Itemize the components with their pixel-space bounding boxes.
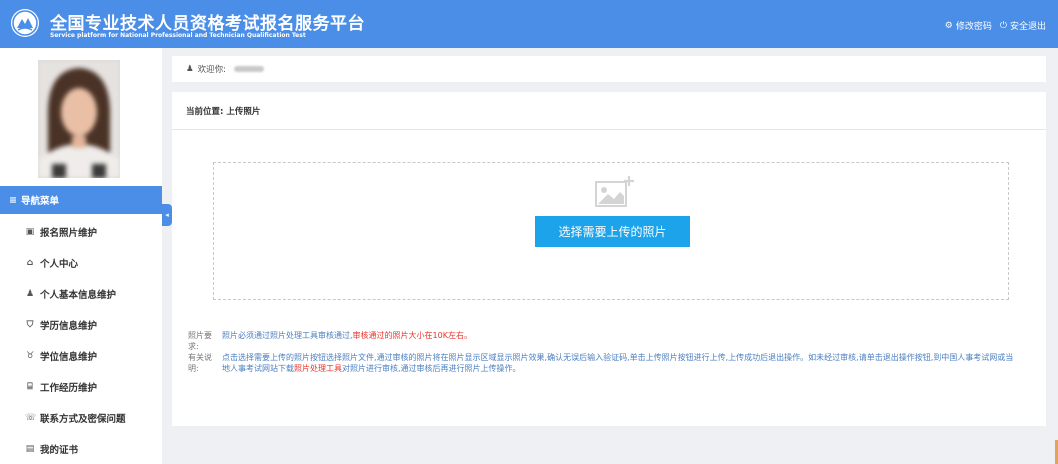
photo-upload-area[interactable]: 选择需要上传的照片 <box>213 162 1009 300</box>
sidebar-item-photo-maintenance[interactable]: ▣ 报名照片维护 <box>0 216 162 247</box>
requirements-highlight: 审核通过的照片大小在10K左右。 <box>352 331 472 340</box>
choose-photo-button[interactable]: 选择需要上传的照片 <box>535 216 690 247</box>
certificate-icon: ▤ <box>25 443 35 454</box>
sidebar-item-label: 我的证书 <box>40 444 79 456</box>
power-icon: ⏻ <box>999 20 1007 31</box>
chevron-left-icon: ◂ <box>165 211 169 219</box>
sidebar-item-contact-security[interactable]: ☏ 联系方式及密保问题 <box>0 402 162 433</box>
sidebar-item-basic-info[interactable]: ♟ 个人基本信息维护 <box>0 278 162 309</box>
menu-icon: ≡ <box>9 194 17 206</box>
sidebar-item-degree[interactable]: ♉ 学位信息维护 <box>0 340 162 371</box>
requirements-text: 照片必须通过照片处理工具审核通过,审核通过的照片大小在10K左右。 <box>222 330 1017 352</box>
phone-icon: ☏ <box>25 412 37 423</box>
sidebar-collapse-toggle[interactable]: ◂ <box>162 204 172 226</box>
welcome-bar: ♟ 欢迎你: <box>172 56 1046 82</box>
main-panel: 当前位置: 上传照片 选择需要上传的照片 照片要求: 照片必须通过照片处理工具审… <box>172 92 1046 426</box>
blurred-username <box>234 66 264 72</box>
platform-logo <box>11 9 39 37</box>
top-header: 全国专业技术人员资格考试报名服务平台 Service platform for … <box>0 0 1058 48</box>
requirements-label: 照片要求: <box>188 331 212 351</box>
image-icon: ▣ <box>25 226 35 237</box>
sidebar-item-personal-center[interactable]: ⌂ 个人中心 <box>0 247 162 278</box>
breadcrumb: 当前位置: 上传照片 <box>172 92 1046 130</box>
nav-menu-title: 导航菜单 <box>20 196 59 207</box>
platform-title: 全国专业技术人员资格考试报名服务平台 <box>50 14 365 34</box>
sidebar-item-label: 报名照片维护 <box>40 227 98 239</box>
sidebar-item-label: 个人基本信息维护 <box>40 289 117 301</box>
building-icon: ⌸ <box>27 381 33 392</box>
user-icon: ♟ <box>186 64 194 74</box>
sidebar-item-work-history[interactable]: ⌸ 工作经历维护 <box>0 371 162 402</box>
gear-icon: ⚙ <box>944 20 953 31</box>
avatar <box>38 60 120 178</box>
user-icon: ♟ <box>25 288 35 299</box>
requirements-body: 照片必须通过照片处理工具审核通过, <box>222 331 353 340</box>
sidebar-item-education[interactable]: ⛉ 学历信息维护 <box>0 309 162 340</box>
photo-tool-link[interactable]: 照片处理工具 <box>294 364 342 373</box>
change-password-link[interactable]: ⚙ 修改密码 <box>944 19 992 33</box>
sidebar-item-certificates[interactable]: ▤ 我的证书 <box>0 433 162 464</box>
instructions-label: 有关说明: <box>188 353 212 373</box>
home-icon: ⌂ <box>26 257 34 268</box>
logout-link[interactable]: ⏻ 安全退出 <box>999 19 1046 33</box>
add-image-icon <box>595 176 634 207</box>
upload-instructions: 有关说明: 点击选择需要上传的照片按钮选择照片文件,通过审核的照片将在照片显示区… <box>188 352 1017 374</box>
sidebar-item-label: 学位信息维护 <box>40 351 98 363</box>
instructions-body-end: 对照片进行审核,通过审核后再进行照片上传操作。 <box>342 364 521 373</box>
change-password-label: 修改密码 <box>955 22 992 32</box>
sidebar-item-label: 工作经历维护 <box>40 382 98 394</box>
graduation-cap-icon: ⛉ <box>26 319 34 330</box>
logout-label: 安全退出 <box>1009 22 1046 32</box>
nav-menu-header: ≡ 导航菜单 <box>0 186 162 214</box>
sidebar-item-label: 联系方式及密保问题 <box>40 413 126 425</box>
sidebar-item-label: 个人中心 <box>40 258 79 270</box>
welcome-label: 欢迎你: <box>197 65 226 75</box>
instructions-text: 点击选择需要上传的照片按钮选择照片文件,通过审核的照片将在照片显示区域显示照片效… <box>222 352 1017 374</box>
sidebar: ≡ 导航菜单 ▣ 报名照片维护 ⌂ 个人中心 ♟ 个人基本信息维护 ⛉ 学历信息… <box>0 48 162 464</box>
photo-requirements: 照片要求: 照片必须通过照片处理工具审核通过,审核通过的照片大小在10K左右。 <box>188 330 1017 352</box>
nav-list: ▣ 报名照片维护 ⌂ 个人中心 ♟ 个人基本信息维护 ⛉ 学历信息维护 ♉ 学位… <box>0 216 162 464</box>
degree-icon: ♉ <box>25 350 35 361</box>
upload-notes: 照片要求: 照片必须通过照片处理工具审核通过,审核通过的照片大小在10K左右。 … <box>188 330 1017 374</box>
sidebar-item-label: 学历信息维护 <box>40 320 98 332</box>
header-actions: ⚙ 修改密码 ⏻ 安全退出 <box>944 19 1046 33</box>
platform-subtitle: Service platform for National Profession… <box>50 32 306 39</box>
